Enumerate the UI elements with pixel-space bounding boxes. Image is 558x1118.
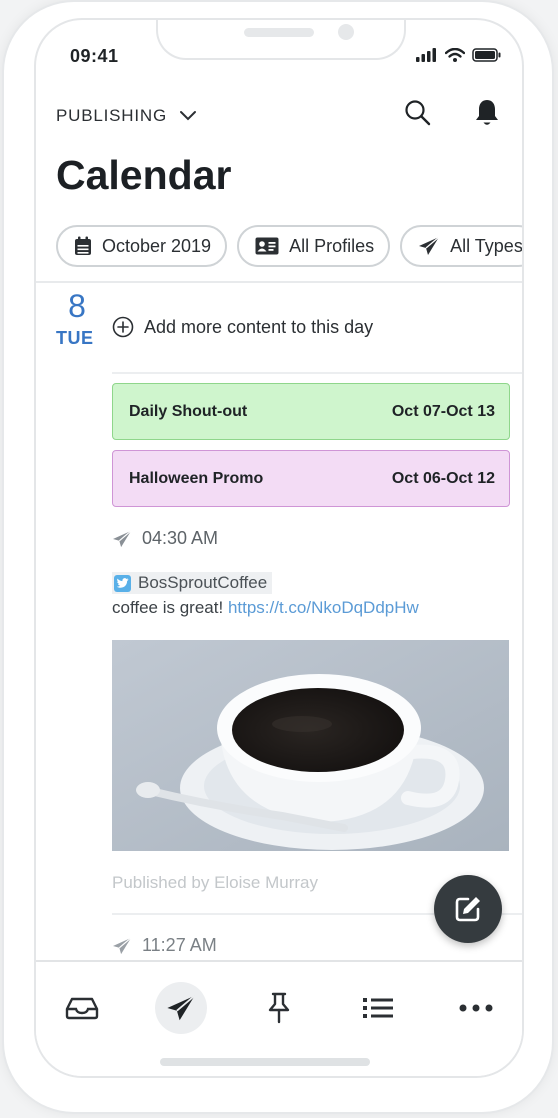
day-weekday: TUE: [56, 328, 94, 348]
profile-name: BosSproutCoffee: [138, 573, 268, 592]
post-link[interactable]: https://t.co/NkoDqDdpHw: [228, 598, 419, 617]
twitter-icon: [114, 574, 131, 592]
date-filter-chip[interactable]: October 2019: [56, 225, 228, 267]
plus-circle-icon: [112, 316, 134, 338]
profiles-filter-chip[interactable]: All Profiles: [237, 225, 391, 267]
coffee-cup-image[interactable]: [112, 640, 509, 851]
wifi-icon: [445, 48, 465, 62]
paper-plane-icon: [167, 995, 196, 1021]
post-time: 11:27 AM: [112, 935, 217, 956]
device-notch: [156, 20, 406, 60]
tab-inbox[interactable]: [56, 982, 108, 1034]
divider: [112, 372, 522, 374]
post-body: coffee is great!: [112, 598, 224, 617]
profiles-filter-label: All Profiles: [289, 235, 375, 256]
more-icon: [459, 1004, 493, 1012]
home-indicator: [160, 1058, 370, 1066]
post-time-label: 11:27 AM: [142, 935, 217, 955]
chevron-down-icon: [179, 111, 196, 121]
front-camera: [338, 24, 354, 40]
app-screen: 09:41 PUBLISHING Calendar October 2019 A…: [34, 18, 524, 1078]
inbox-icon: [65, 997, 99, 1020]
filter-chips: October 2019 All Profiles All Types: [56, 225, 523, 267]
bottom-tab-bar: [36, 960, 522, 1076]
status-time: 09:41: [70, 46, 119, 66]
add-content-button[interactable]: Add more content to this day: [112, 316, 373, 338]
compose-icon: [455, 897, 480, 922]
post-text: coffee is great! https://t.co/NkoDqDdpHw: [112, 598, 419, 618]
paper-plane-icon: [419, 236, 440, 255]
cellular-signal-icon: [416, 48, 436, 62]
campaign-halloween-promo[interactable]: Halloween Promo Oct 06-Oct 12: [112, 450, 510, 507]
paper-plane-icon: [113, 936, 132, 954]
phone-frame: 09:41 PUBLISHING Calendar October 2019 A…: [4, 2, 552, 1112]
post-time-label: 04:30 AM: [142, 528, 219, 548]
paper-plane-icon: [113, 529, 132, 547]
tab-more[interactable]: [450, 982, 502, 1034]
bell-icon[interactable]: [474, 98, 500, 128]
published-by: Published by Eloise Murray: [112, 873, 318, 892]
campaign-range: Oct 07-Oct 13: [391, 402, 495, 420]
status-icons: [416, 48, 502, 62]
date-filter-label: October 2019: [102, 235, 212, 256]
speaker-grille: [244, 28, 314, 37]
post-time: 04:30 AM: [112, 528, 218, 549]
section-label: PUBLISHING: [56, 106, 167, 125]
pin-icon: [268, 992, 290, 1024]
list-icon: [363, 998, 393, 1018]
calendar-icon: [75, 236, 91, 255]
header-actions: [404, 98, 500, 128]
post-profile[interactable]: BosSproutCoffee: [112, 572, 273, 594]
search-icon[interactable]: [404, 99, 432, 127]
battery-icon: [472, 48, 501, 62]
page-title: Calendar: [56, 152, 232, 198]
campaign-range: Oct 06-Oct 12: [391, 469, 495, 487]
tab-publishing[interactable]: [155, 982, 207, 1034]
divider: [36, 281, 522, 283]
tab-tasks[interactable]: [253, 982, 305, 1034]
tab-list[interactable]: [352, 982, 404, 1034]
add-content-label: Add more content to this day: [144, 316, 374, 337]
section-switcher[interactable]: PUBLISHING: [56, 106, 197, 126]
compose-button[interactable]: [434, 875, 502, 943]
day-number: 8: [68, 288, 86, 324]
campaign-daily-shout-out[interactable]: Daily Shout-out Oct 07-Oct 13: [112, 383, 510, 440]
campaign-name: Halloween Promo: [129, 469, 264, 487]
campaign-name: Daily Shout-out: [129, 402, 248, 420]
types-filter-chip[interactable]: All Types: [400, 225, 523, 267]
profile-card-icon: [255, 237, 279, 255]
types-filter-label: All Types: [450, 235, 523, 256]
